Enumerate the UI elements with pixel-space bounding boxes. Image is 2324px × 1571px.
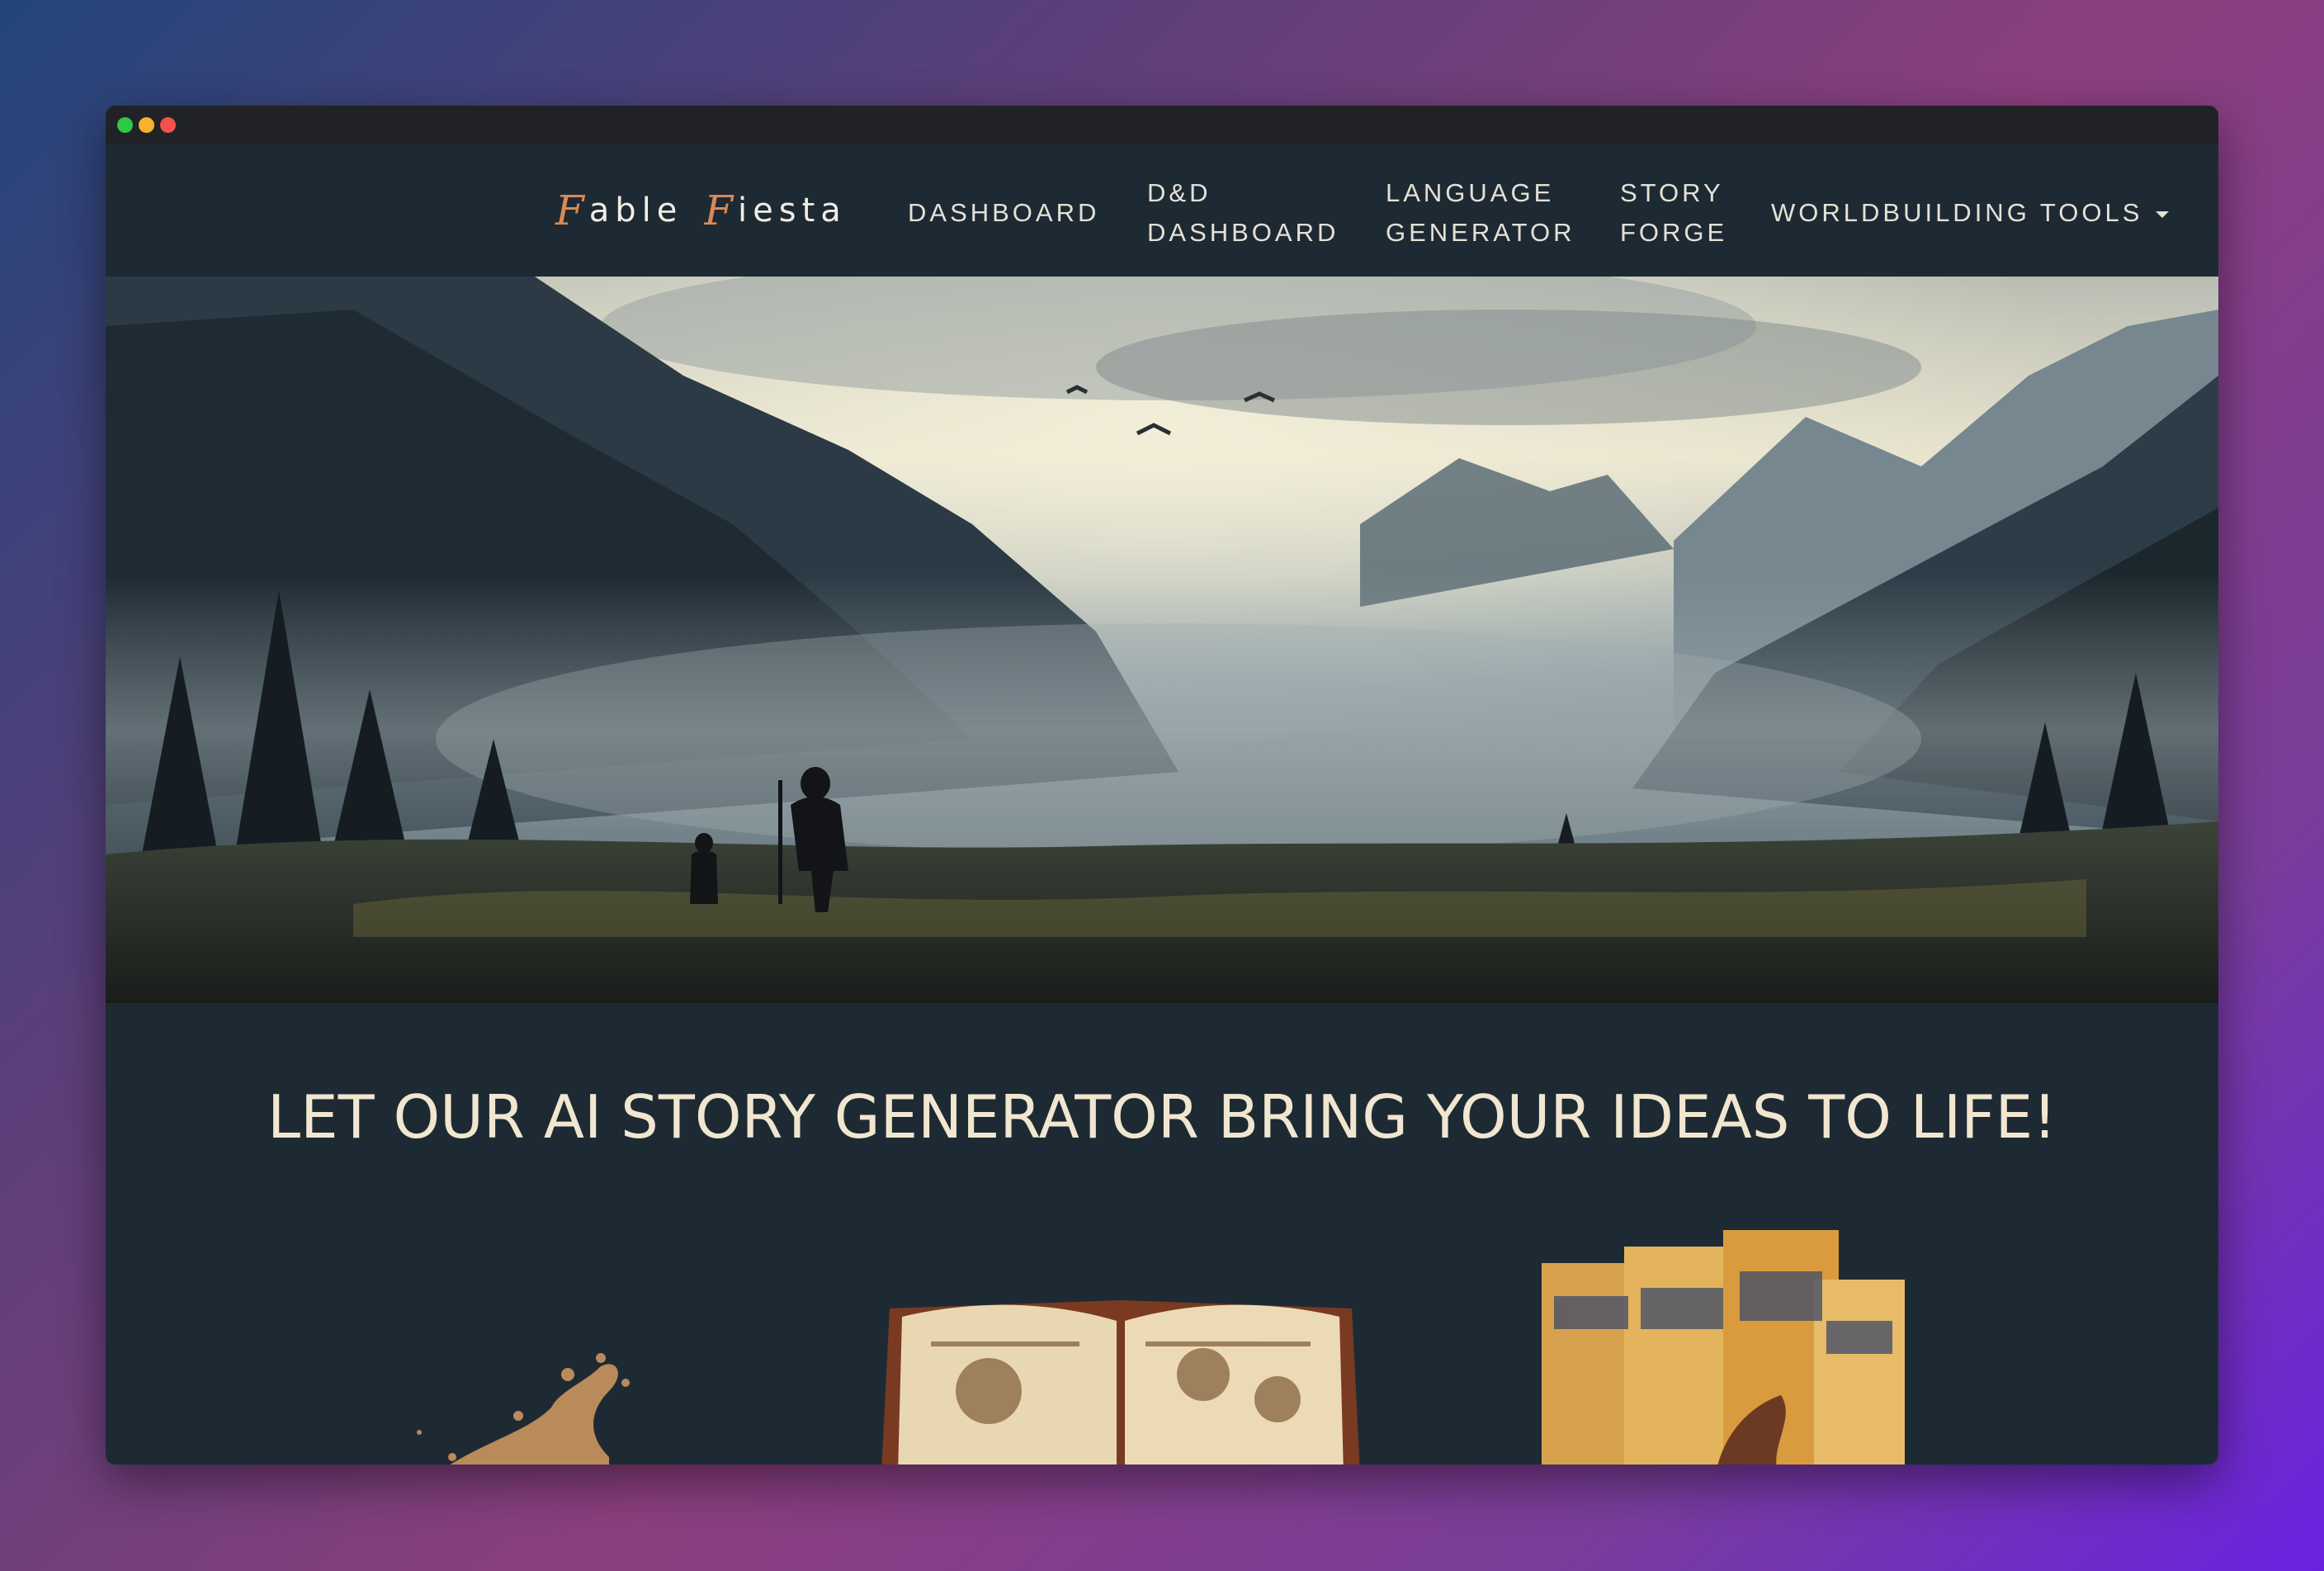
window-minimize-button[interactable] <box>139 117 154 133</box>
feature-image-open-book <box>881 1300 1360 1465</box>
feature-image-layered-pages <box>1542 1230 1905 1465</box>
nav-dashboard[interactable]: DASHBOARD <box>908 193 1099 233</box>
page-headline: LET OUR AI STORY GENERATOR BRING YOUR ID… <box>267 1082 2057 1152</box>
hero-image <box>106 277 2218 1003</box>
nav-lang-line1: LANGUAGE <box>1386 178 1555 207</box>
window-titlebar <box>106 106 2218 144</box>
brand-word-1: able <box>588 192 683 229</box>
nav-worldbuilding-dropdown[interactable]: WORLDBUILDING TOOLS <box>1771 193 2170 233</box>
nav-worldbuilding-label: WORLDBUILDING TOOLS <box>1771 198 2143 227</box>
nav-story-line1: STORY <box>1620 178 1724 207</box>
window-close-button[interactable] <box>160 117 176 133</box>
browser-window: F able F iesta DASHBOARD D&D DASHBOARD L… <box>106 106 2218 1465</box>
nav-dnd-line2: DASHBOARD <box>1147 218 1339 247</box>
nav-story-line2: FORGE <box>1620 218 1728 247</box>
nav-lang-line2: GENERATOR <box>1386 218 1575 247</box>
brand-initial-2: F <box>704 187 734 234</box>
brand-word-2: iesta <box>738 192 847 229</box>
hero-landscape-illustration <box>106 277 2218 1003</box>
window-maximize-button[interactable] <box>117 117 133 133</box>
brand-logo-link[interactable]: F able F iesta <box>555 184 847 237</box>
main-content: LET OUR AI STORY GENERATOR BRING YOUR ID… <box>106 1003 2218 1465</box>
nav-dnd-line1: D&D <box>1147 178 1212 207</box>
chevron-down-icon <box>2156 211 2170 218</box>
nav-story-forge[interactable]: STORY FORGE <box>1620 173 1727 253</box>
brand-initial-1: F <box>555 187 584 234</box>
nav-language-generator[interactable]: LANGUAGE GENERATOR <box>1386 173 1575 253</box>
feature-image-splash <box>417 1353 630 1465</box>
top-navbar: F able F iesta DASHBOARD D&D DASHBOARD L… <box>106 144 2218 277</box>
nav-dnd-dashboard[interactable]: D&D DASHBOARD <box>1147 173 1339 253</box>
nav-dashboard-label: DASHBOARD <box>908 198 1100 227</box>
